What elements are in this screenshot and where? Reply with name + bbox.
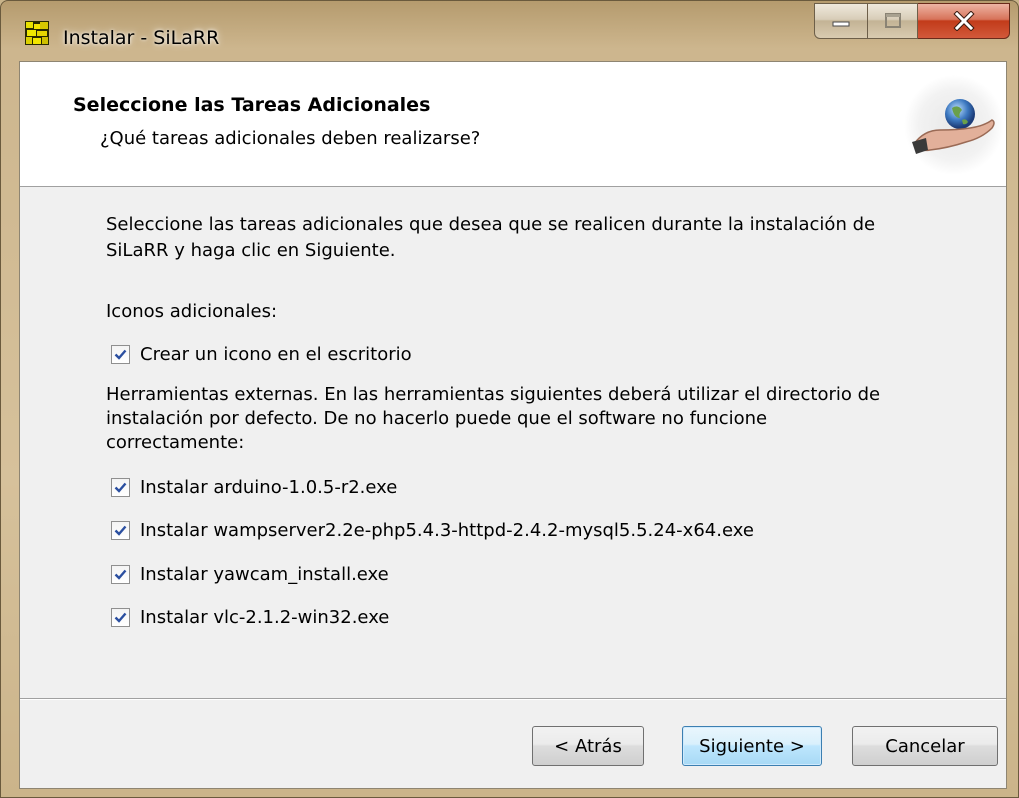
title-bar[interactable]: Instalar - SiLaRR [1, 1, 1018, 59]
intro-text-line2: SiLaRR y haga clic en Siguiente. [106, 240, 396, 261]
checkbox[interactable] [111, 564, 130, 584]
checkbox[interactable] [111, 344, 130, 364]
task-label: Instalar yawcam_install.exe [140, 563, 389, 585]
checkbox[interactable] [111, 520, 130, 540]
checkmark-icon [114, 612, 127, 623]
task-tool-wampserver[interactable]: Instalar wampserver2.2e-php5.4.3-httpd-2… [111, 517, 754, 543]
page-title: Seleccione las Tareas Adicionales [73, 94, 431, 116]
group-label-icons: Iconos adicionales: [106, 301, 278, 322]
minimize-icon [832, 21, 850, 27]
group-label-tools-line3: correctamente: [106, 432, 245, 453]
close-icon [952, 11, 975, 31]
wizard-header: Seleccione las Tareas Adicionales ¿Qué t… [20, 62, 1006, 187]
footer-divider [20, 698, 1006, 700]
task-label: Instalar wampserver2.2e-php5.4.3-httpd-2… [140, 519, 754, 541]
task-desktop-icon[interactable]: Crear un icono en el escritorio [111, 341, 412, 367]
installer-window: Instalar - SiLaRR Seleccione las Tareas … [0, 0, 1019, 798]
checkmark-icon [114, 482, 127, 493]
minimize-button[interactable] [814, 3, 868, 39]
checkbox[interactable] [111, 607, 130, 627]
next-button[interactable]: Siguiente > [682, 726, 822, 766]
task-tool-arduino[interactable]: Instalar arduino-1.0.5-r2.exe [111, 474, 397, 500]
globe-hand-logo [902, 72, 1006, 178]
intro-text-line1: Seleccione las tareas adicionales que de… [106, 214, 876, 235]
caption-buttons [814, 3, 1010, 41]
close-button[interactable] [918, 3, 1010, 39]
task-label: Crear un icono en el escritorio [140, 343, 412, 365]
group-label-tools-line1: Herramientas externas. En las herramient… [106, 384, 881, 405]
checkmark-icon [114, 569, 127, 580]
task-tool-yawcam[interactable]: Instalar yawcam_install.exe [111, 561, 389, 587]
page-subtitle: ¿Qué tareas adicionales deben realizarse… [100, 128, 481, 149]
maximize-icon [884, 13, 901, 28]
installer-app-icon[interactable] [25, 21, 49, 45]
checkbox[interactable] [111, 477, 130, 497]
dialog-client-area: Seleccione las Tareas Adicionales ¿Qué t… [19, 61, 1007, 789]
task-label: Instalar vlc-2.1.2-win32.exe [140, 606, 390, 628]
group-label-tools-line2: instalación por defecto. De no hacerlo p… [106, 408, 768, 429]
window-title: Instalar - SiLaRR [63, 27, 220, 49]
maximize-button[interactable] [868, 3, 918, 39]
checkmark-icon [114, 349, 127, 360]
cancel-button[interactable]: Cancelar [852, 726, 998, 766]
task-tool-vlc[interactable]: Instalar vlc-2.1.2-win32.exe [111, 604, 389, 630]
task-label: Instalar arduino-1.0.5-r2.exe [140, 476, 398, 498]
back-button[interactable]: < Atrás [532, 726, 644, 766]
checkmark-icon [114, 525, 127, 536]
